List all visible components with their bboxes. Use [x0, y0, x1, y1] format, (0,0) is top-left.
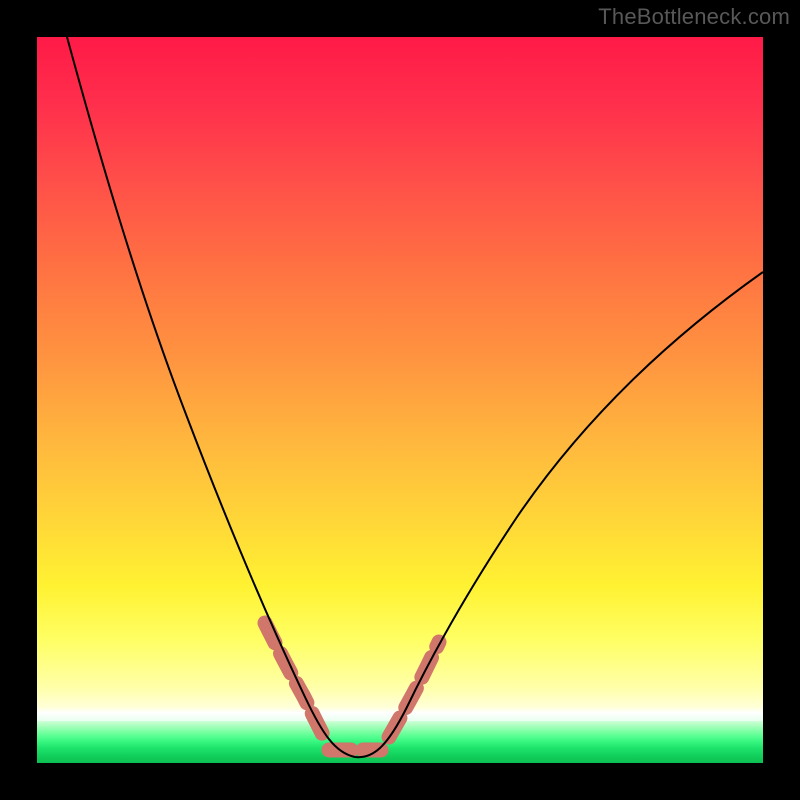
watermark-text: TheBottleneck.com	[598, 4, 790, 30]
valley-curve	[67, 37, 763, 757]
highlight-right-wall	[389, 642, 439, 737]
chart-frame: TheBottleneck.com	[0, 0, 800, 800]
plot-area	[37, 37, 763, 763]
highlight-left-wall	[265, 623, 323, 735]
highlight-group	[265, 623, 439, 750]
curve-layer	[37, 37, 763, 763]
